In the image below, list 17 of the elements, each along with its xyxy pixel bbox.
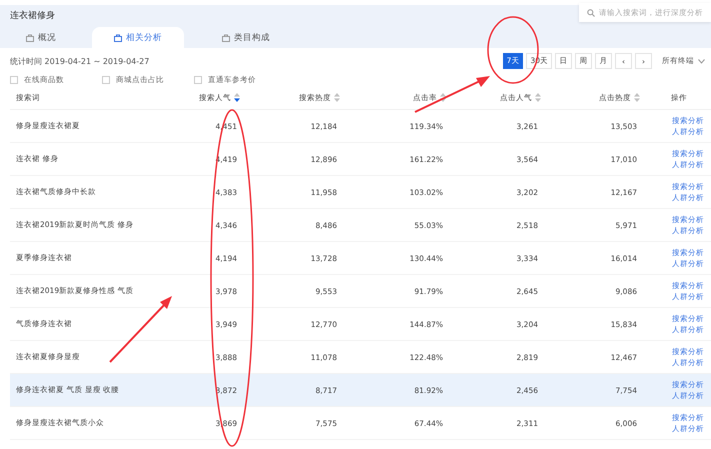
caret-icon [698, 58, 705, 64]
tab[interactable]: 类目构成 [214, 27, 286, 48]
checkbox[interactable] [10, 76, 18, 84]
ellipse-annotation [487, 16, 539, 84]
page-title: 连衣裙修身 [10, 10, 55, 22]
checkbox[interactable] [194, 76, 202, 84]
bag-icon [114, 34, 122, 42]
search-icon [587, 8, 595, 16]
tab[interactable]: 概况 [18, 27, 72, 48]
sort-icon[interactable] [440, 93, 446, 102]
bag-icon [26, 34, 34, 42]
sort-icon[interactable] [234, 93, 240, 102]
checkbox[interactable] [102, 76, 110, 84]
tab[interactable]: 相关分析 [92, 27, 184, 48]
date-range: 统计时间 2019-04-21 ~ 2019-04-27 [10, 56, 150, 66]
bag-icon [222, 34, 230, 42]
arrow-annotation [109, 296, 172, 363]
